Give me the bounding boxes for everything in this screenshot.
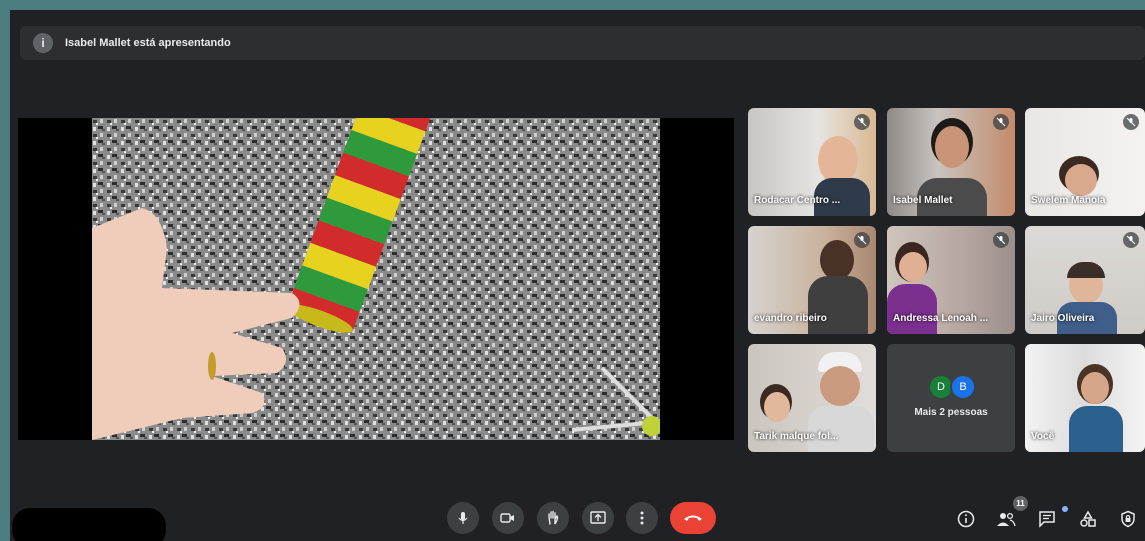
info-icon: i: [33, 33, 53, 53]
mic-off-icon: [993, 232, 1009, 248]
mic-off-icon: [854, 232, 870, 248]
camera-icon: [500, 513, 514, 523]
more-people-label: Mais 2 pessoas: [914, 407, 988, 418]
present-icon: [590, 511, 606, 524]
participant-name: evandro ribeiro: [754, 313, 827, 324]
info-icon: [957, 510, 975, 528]
presenting-text: Isabel Mallet está apresentando: [65, 37, 231, 49]
activities-button[interactable]: [1077, 508, 1099, 530]
people-button[interactable]: [995, 508, 1017, 530]
shield-lock-icon: [1121, 510, 1135, 528]
end-call-button[interactable]: [670, 502, 716, 534]
participant-name: Rodacar Centro ...: [754, 195, 841, 206]
notification-dot: [1062, 506, 1068, 512]
participant-tile[interactable]: Rodacar Centro ...: [748, 108, 876, 216]
mic-off-icon: [993, 114, 1009, 130]
participant-name: Tarik malque fol...: [754, 431, 839, 442]
participant-name: Swelem Manoia: [1031, 195, 1106, 206]
hang-up-icon: [684, 515, 702, 521]
more-people-tile[interactable]: D B Mais 2 pessoas: [887, 344, 1015, 452]
participant-tile[interactable]: Isabel Mallet: [887, 108, 1015, 216]
mic-button[interactable]: [447, 502, 479, 534]
people-icon: [997, 512, 1016, 527]
present-button[interactable]: [582, 502, 614, 534]
presentation-stage: [18, 118, 734, 440]
people-count-badge: 11: [1013, 496, 1028, 511]
more-options-button[interactable]: [626, 502, 658, 534]
participant-tile[interactable]: Swelem Manoia: [1025, 108, 1145, 216]
redacted-bar: [12, 508, 166, 541]
participant-name: Jairo Oliveira: [1031, 313, 1095, 324]
chat-button[interactable]: [1036, 508, 1058, 530]
participant-name: Você: [1031, 431, 1055, 442]
raise-hand-button[interactable]: [537, 502, 569, 534]
shapes-icon: [1080, 510, 1096, 527]
participant-tile[interactable]: Tarik malque fol...: [748, 344, 876, 452]
avatar: B: [950, 374, 976, 400]
presenting-banner: i Isabel Mallet está apresentando: [20, 26, 1145, 60]
participant-tile[interactable]: Jairo Oliveira: [1025, 226, 1145, 334]
more-vert-icon: [640, 511, 644, 525]
hand-icon: [548, 510, 559, 525]
mic-off-icon: [1123, 232, 1139, 248]
presented-video: [92, 118, 660, 440]
host-controls-button[interactable]: [1117, 508, 1139, 530]
participant-tile[interactable]: evandro ribeiro: [748, 226, 876, 334]
self-view-tile[interactable]: Você: [1025, 344, 1145, 452]
participant-name: Isabel Mallet: [893, 195, 953, 206]
mic-off-icon: [854, 114, 870, 130]
mic-icon: [458, 512, 468, 524]
mic-off-icon: [1123, 114, 1139, 130]
camera-button[interactable]: [492, 502, 524, 534]
participant-name: Andressa Lenoah ...: [893, 313, 989, 324]
participant-tile[interactable]: Andressa Lenoah ...: [887, 226, 1015, 334]
meeting-details-button[interactable]: [955, 508, 977, 530]
meet-window: i Isabel Mallet está apresentando Rodaca…: [10, 10, 1145, 541]
chat-icon: [1039, 511, 1055, 528]
